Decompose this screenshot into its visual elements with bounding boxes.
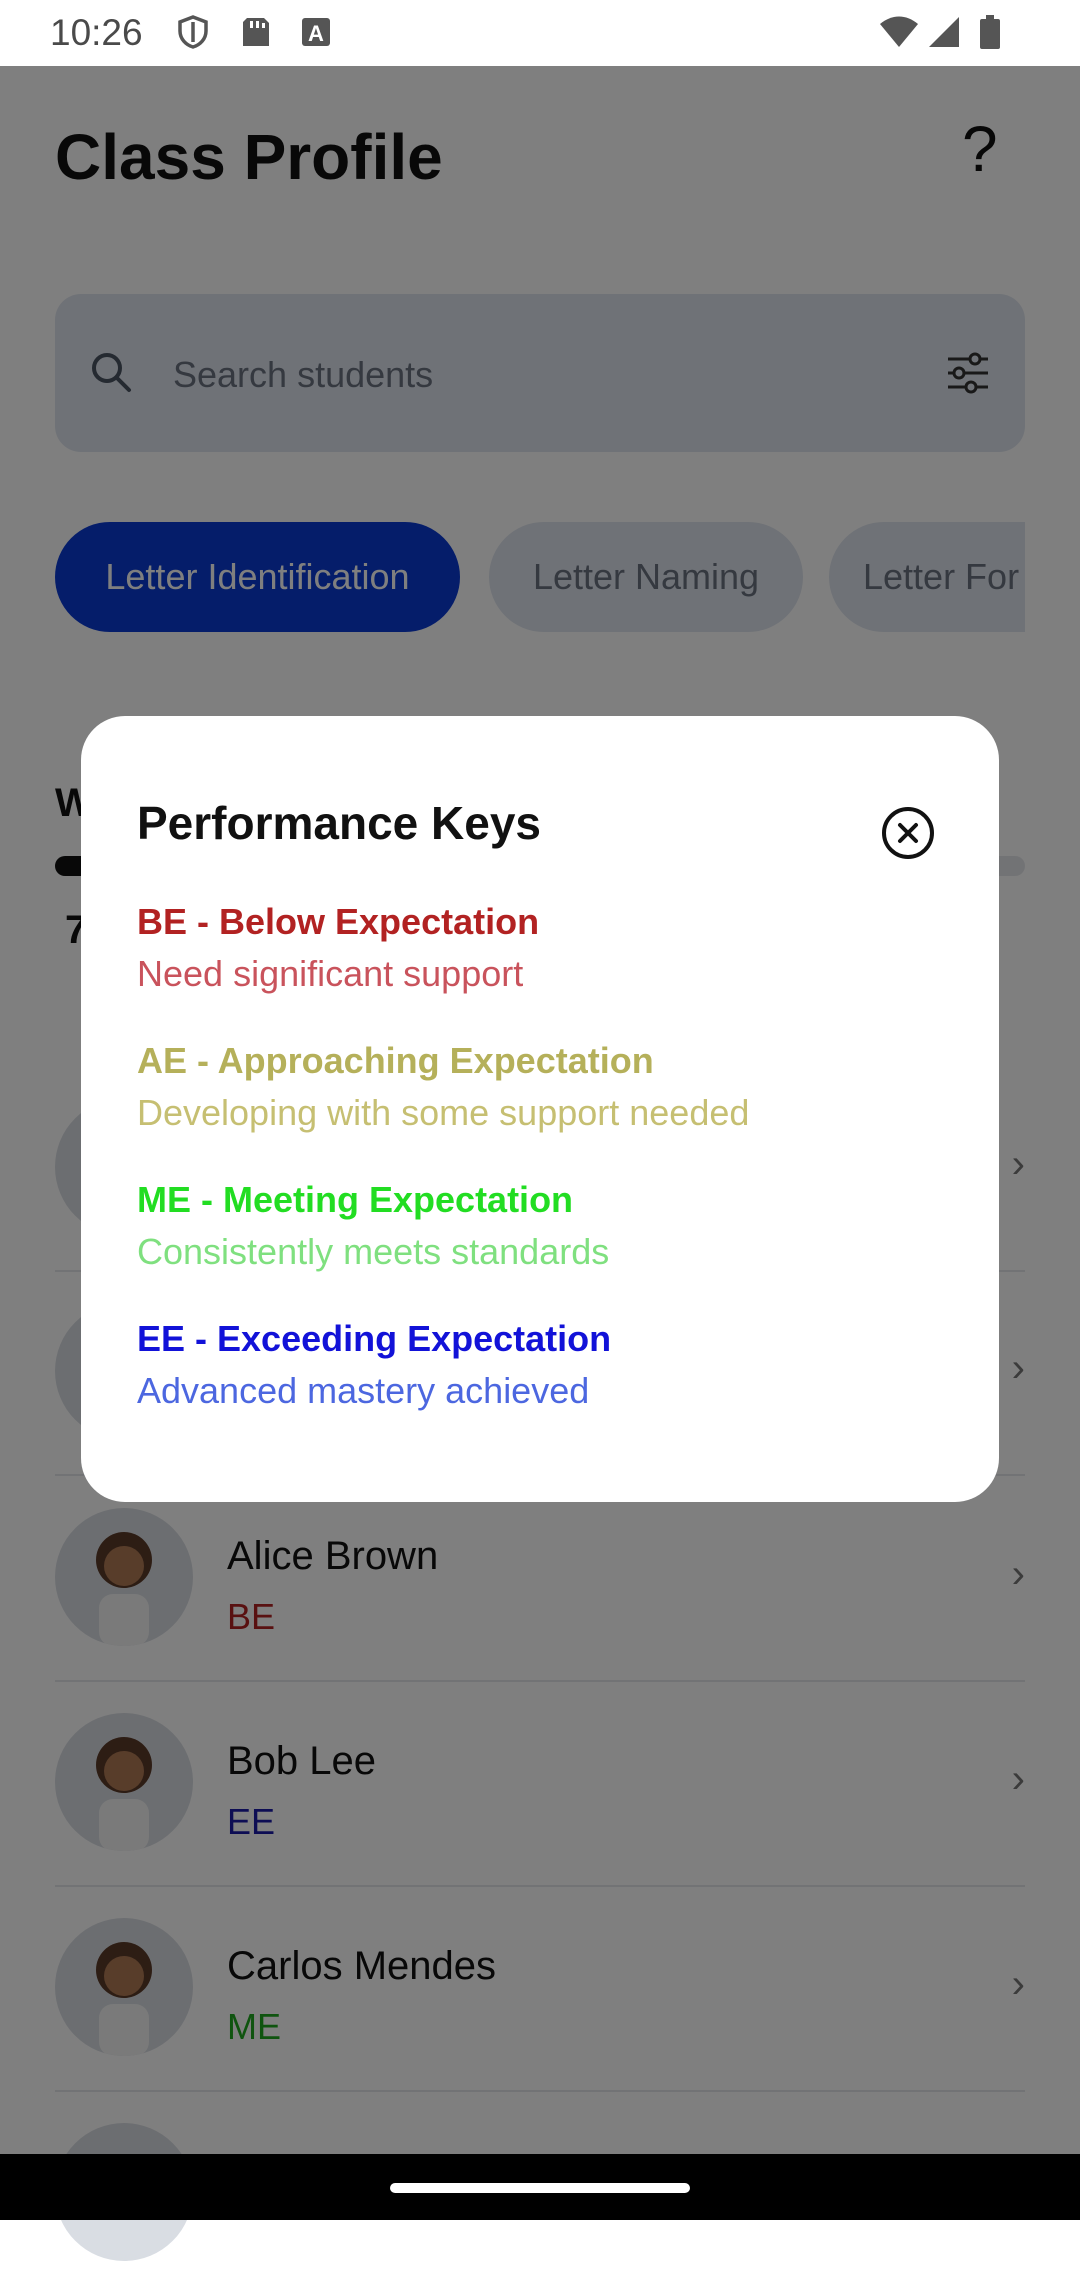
home-gesture-handle[interactable] (390, 2183, 690, 2193)
close-icon[interactable] (881, 806, 935, 860)
sd-card-icon (243, 18, 269, 46)
shield-icon (178, 15, 208, 49)
performance-keys-dialog: Performance Keys BE - Below Expectation … (81, 716, 999, 1502)
key-description: Advanced mastery achieved (137, 1370, 590, 1411)
key-description: Developing with some support needed (137, 1092, 750, 1133)
key-ee: EE - Exceeding Expectation Advanced mast… (137, 1313, 611, 1417)
text-a-icon: A (302, 18, 330, 46)
key-ae: AE - Approaching Expectation Developing … (137, 1035, 749, 1139)
key-description: Need significant support (137, 953, 524, 994)
key-title: BE - Below Expectation (137, 901, 540, 942)
status-bar: 10:26 A (0, 0, 1080, 66)
dialog-title: Performance Keys (137, 797, 541, 849)
signal-icon (929, 17, 959, 47)
key-me: ME - Meeting Expectation Consistently me… (137, 1174, 609, 1278)
battery-icon (980, 15, 1000, 49)
key-title: EE - Exceeding Expectation (137, 1318, 612, 1359)
key-description: Consistently meets standards (137, 1231, 610, 1272)
key-be: BE - Below Expectation Need significant … (137, 896, 539, 1000)
status-time: 10:26 (50, 12, 143, 53)
svg-text:A: A (308, 21, 324, 46)
key-title: ME - Meeting Expectation (137, 1179, 574, 1220)
key-title: AE - Approaching Expectation (137, 1040, 654, 1081)
wifi-icon (880, 16, 918, 47)
navigation-bar (0, 2154, 1080, 2220)
